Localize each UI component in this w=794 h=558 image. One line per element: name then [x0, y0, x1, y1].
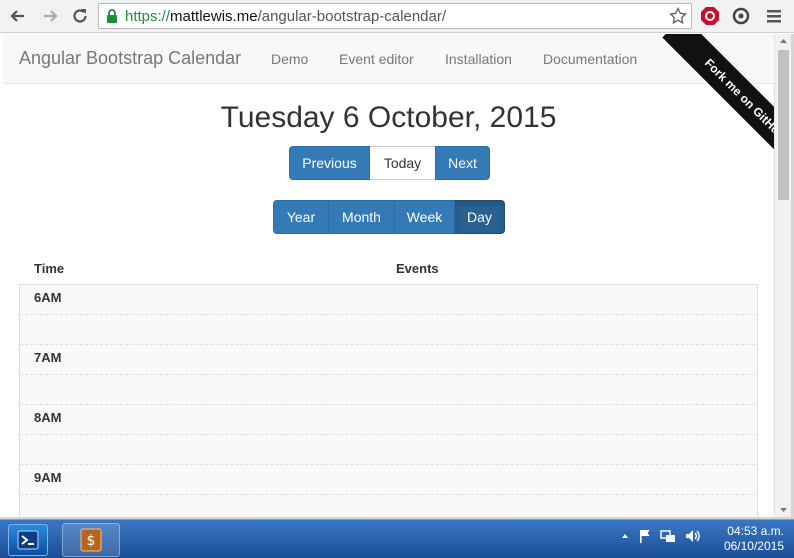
- clock-date: 06/10/2015: [723, 539, 784, 553]
- hour-label: 9AM: [34, 470, 62, 485]
- view-month-button[interactable]: Month: [329, 200, 395, 234]
- powershell-taskbar-button[interactable]: [8, 524, 48, 556]
- view-switcher-group: Year Month Week Day: [273, 200, 505, 234]
- url-host: mattlewis.me: [170, 8, 258, 25]
- app-taskbar-button[interactable]: $: [62, 523, 120, 557]
- nav-link-demo[interactable]: Demo: [271, 51, 308, 67]
- caret-down-icon: [780, 508, 787, 512]
- speaker-icon[interactable]: [684, 528, 702, 544]
- hour-slot[interactable]: 9AM: [20, 465, 757, 495]
- adblock-extension-button[interactable]: [698, 4, 722, 28]
- chevron-up-icon[interactable]: [620, 528, 630, 544]
- previous-button[interactable]: Previous: [289, 146, 370, 180]
- hamburger-icon: [767, 10, 781, 23]
- reload-button[interactable]: [68, 4, 92, 28]
- half-hour-slot[interactable]: [20, 315, 757, 345]
- scroll-up-button[interactable]: [775, 34, 792, 48]
- view-day-button[interactable]: Day: [455, 200, 505, 234]
- url-scheme: https://: [125, 8, 171, 25]
- arrow-left-icon: [10, 10, 24, 22]
- column-header-events: Events: [396, 261, 439, 276]
- forward-button[interactable]: [38, 4, 62, 28]
- system-tray: [620, 528, 702, 544]
- half-hour-slot[interactable]: [20, 495, 757, 517]
- hour-label: 6AM: [34, 290, 62, 305]
- web-page: Angular Bootstrap Calendar Demo Event ed…: [3, 34, 774, 517]
- page-scrollbar[interactable]: [774, 34, 791, 517]
- nav-link-event-editor[interactable]: Event editor: [339, 51, 414, 67]
- day-view-grid: 6AM 7AM 8AM 9AM: [19, 284, 758, 517]
- view-week-button[interactable]: Week: [395, 200, 455, 234]
- date-nav-group: Previous Today Next: [289, 146, 490, 180]
- scroll-down-button[interactable]: [775, 503, 792, 517]
- menu-button[interactable]: [762, 4, 786, 28]
- view-year-button[interactable]: Year: [273, 200, 329, 234]
- column-header-time: Time: [34, 261, 65, 276]
- arrow-right-icon: [44, 10, 58, 22]
- hour-label: 7AM: [34, 350, 62, 365]
- svg-text:$: $: [87, 533, 96, 549]
- stop-sign-icon: [701, 7, 719, 25]
- calendar-title: Tuesday 6 October, 2015: [220, 101, 557, 134]
- flag-icon[interactable]: [638, 528, 652, 544]
- lock-icon: [107, 9, 117, 23]
- nav-link-installation[interactable]: Installation: [445, 51, 512, 67]
- half-hour-slot[interactable]: [20, 435, 757, 465]
- os-taskbar: $ 04:53 a.m. 06/10/2015: [0, 519, 794, 558]
- reload-icon: [73, 9, 87, 23]
- scroll-thumb[interactable]: [778, 50, 789, 200]
- url-text: https://mattlewis.me/angular-bootstrap-c…: [125, 8, 446, 25]
- hour-slot[interactable]: 8AM: [20, 405, 757, 435]
- address-bar[interactable]: https://mattlewis.me/angular-bootstrap-c…: [98, 3, 692, 29]
- taskbar-clock[interactable]: 04:53 a.m. 06/10/2015: [724, 524, 784, 554]
- today-button[interactable]: Today: [370, 146, 435, 180]
- dollar-app-icon: $: [80, 528, 102, 552]
- browser-toolbar: https://mattlewis.me/angular-bootstrap-c…: [0, 0, 794, 33]
- extension-button[interactable]: [729, 4, 753, 28]
- powershell-icon: [17, 530, 39, 550]
- url-path: /angular-bootstrap-calendar/: [257, 8, 447, 25]
- next-button[interactable]: Next: [435, 146, 490, 180]
- star-icon[interactable]: [669, 7, 687, 25]
- network-icon[interactable]: [660, 528, 676, 544]
- navbar-brand[interactable]: Angular Bootstrap Calendar: [19, 48, 241, 69]
- caret-up-icon: [780, 39, 787, 43]
- half-hour-slot[interactable]: [20, 375, 757, 405]
- hour-slot[interactable]: 7AM: [20, 345, 757, 375]
- hour-label: 8AM: [34, 410, 62, 425]
- back-button[interactable]: [6, 4, 30, 28]
- nav-link-documentation[interactable]: Documentation: [543, 51, 637, 67]
- clock-time: 04:53 a.m.: [727, 524, 784, 538]
- hour-slot[interactable]: 6AM: [20, 285, 757, 315]
- sync-icon: [732, 7, 750, 25]
